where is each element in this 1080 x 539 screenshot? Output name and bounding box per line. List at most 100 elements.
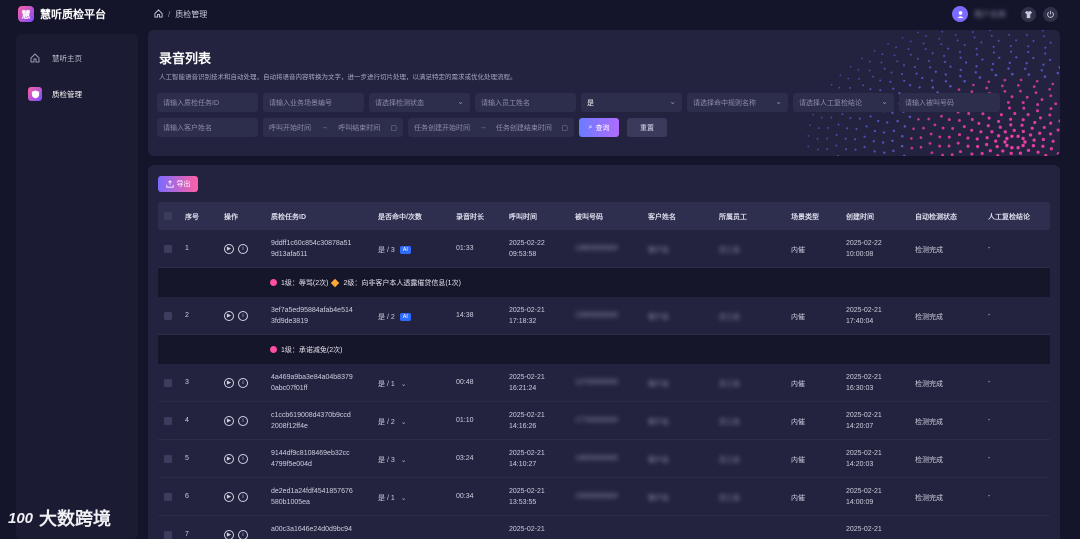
power-icon[interactable] <box>1043 6 1058 22</box>
column-header: 被叫号码 <box>575 214 603 221</box>
calendar-icon: ▢ <box>390 124 397 132</box>
task-id[interactable]: 9ddff1c60c854c30878a51 9d13afa611 <box>271 238 351 260</box>
row-checkbox[interactable] <box>164 379 172 387</box>
query-button[interactable]: ⌕ 查询 <box>579 118 619 137</box>
review-conclusion-select[interactable]: 请选择人工复检结论 ⌄ <box>793 93 894 112</box>
home-icon[interactable] <box>154 8 163 20</box>
info-icon[interactable]: i <box>238 416 248 426</box>
task-id[interactable]: c1ccb619008d4370b9ccd 2008f12ff4e <box>271 410 351 432</box>
row-actions: ▶ i <box>224 530 252 539</box>
info-icon[interactable]: i <box>238 378 248 388</box>
decorative-dot <box>954 33 957 36</box>
table-row[interactable]: 4 ▶ i c1ccb619008d4370b9ccd 2008f12ff4e 是 … <box>158 402 1050 440</box>
staff-name: 员工名 <box>719 495 740 502</box>
select-all-checkbox[interactable] <box>164 212 172 220</box>
task-time-range[interactable]: 任务创建开始时间 → 任务创建结束时间 ▢ <box>408 118 574 137</box>
play-icon[interactable]: ▶ <box>224 244 234 254</box>
shirt-icon[interactable] <box>1021 6 1036 22</box>
app-logo[interactable]: 慧 慧听质检平台 <box>18 6 140 22</box>
table-row[interactable]: 6 ▶ i de2ed1a24fdf4541857676 580b1005ea 是 … <box>158 478 1050 516</box>
decorative-dot <box>989 30 992 32</box>
decorative-dot <box>839 74 842 77</box>
decorative-dot <box>907 48 910 50</box>
scene-code-input[interactable]: 请输入业务场景编号 <box>263 93 364 112</box>
info-icon[interactable]: i <box>238 530 248 539</box>
decorative-dot <box>862 84 865 87</box>
reset-button[interactable]: 重置 <box>627 118 667 137</box>
row-checkbox[interactable] <box>164 455 172 463</box>
decorative-dot <box>984 142 989 147</box>
task-id-input[interactable]: 请输入质检任务ID <box>157 93 258 112</box>
chevron-down-icon[interactable]: ⌄ <box>401 494 407 502</box>
decorative-dot <box>1044 153 1048 156</box>
duration: 03:24 <box>456 455 474 462</box>
call-time-range[interactable]: 呼叫开始时间 → 呼叫结束时间 ▢ <box>263 118 403 137</box>
level-2-diamond-icon <box>331 278 340 287</box>
customer-name-input[interactable]: 请输入客户姓名 <box>157 118 258 137</box>
play-icon[interactable]: ▶ <box>224 492 234 502</box>
decorative-dot <box>890 71 893 74</box>
column-header: 操作 <box>224 214 238 221</box>
table-row[interactable]: 5 ▶ i 9144df9c8108469eb32cc 4799f5e004d 是 … <box>158 440 1050 478</box>
decorative-dot <box>868 60 871 63</box>
row-actions: ▶ i <box>224 378 252 388</box>
info-icon[interactable]: i <box>238 492 248 502</box>
chevron-down-icon[interactable]: ⌄ <box>401 456 407 464</box>
task-id[interactable]: de2ed1a24fdf4541857676 580b1005ea <box>271 486 353 508</box>
row-checkbox[interactable] <box>164 312 172 320</box>
decorative-dot <box>872 75 875 78</box>
sidebar-item-qc-management[interactable]: 质检管理 <box>28 82 128 106</box>
info-icon[interactable]: i <box>238 244 248 254</box>
task-id[interactable]: 4a469a9ba3e84a04b8379 0abc07f01ff <box>271 372 353 394</box>
shield-icon <box>28 87 42 101</box>
decorative-dot <box>1027 45 1030 48</box>
play-icon[interactable]: ▶ <box>224 378 234 388</box>
decorative-dot <box>913 66 916 69</box>
decorative-dot <box>1030 126 1034 130</box>
detect-status: 检测完成 <box>915 314 943 321</box>
play-icon[interactable]: ▶ <box>224 416 234 426</box>
created-time: 2025-02-22 10:00:08 <box>846 240 882 258</box>
hit-select[interactable]: 是 ⌄ <box>581 93 682 112</box>
call-time: 2025-02-21 14:16:26 <box>509 412 545 430</box>
task-id[interactable]: 3ef7a5ed95884afab4e514 3fd9de3819 <box>271 305 353 327</box>
decorative-dot <box>943 60 947 64</box>
calendar-icon: ▢ <box>561 124 568 132</box>
table-row[interactable]: 3 ▶ i 4a469a9ba3e84a04b8379 0abc07f01ff 是 … <box>158 364 1050 402</box>
table-row[interactable]: 7 ▶ i a00c3a1646e24d0d9bc94 2025-02-21 2… <box>158 516 1050 539</box>
row-checkbox[interactable] <box>164 245 172 253</box>
staff-name-input[interactable]: 请输入员工姓名 <box>475 93 576 112</box>
decorative-dot <box>1049 41 1052 44</box>
decorative-dot <box>857 68 860 71</box>
task-start-placeholder: 任务创建开始时间 <box>414 124 470 132</box>
decorative-dot <box>938 144 942 148</box>
export-button[interactable]: 导出 <box>158 176 198 192</box>
rule-name-select[interactable]: 请选择命中规则名称 ⌄ <box>687 93 788 112</box>
watermark: 100 大数跨境 <box>8 505 111 531</box>
chevron-down-icon[interactable]: ⌄ <box>401 418 407 426</box>
row-checkbox[interactable] <box>164 417 172 425</box>
play-icon[interactable]: ▶ <box>224 311 234 321</box>
callee-number-input[interactable]: 请输入被叫号码 <box>899 93 1000 112</box>
play-icon[interactable]: ▶ <box>224 530 234 539</box>
avatar[interactable] <box>952 6 968 22</box>
info-icon[interactable]: i <box>238 311 248 321</box>
decorative-dot <box>975 53 979 56</box>
play-icon[interactable]: ▶ <box>224 454 234 464</box>
sidebar-item-home[interactable]: 慧听主页 <box>28 46 128 70</box>
table-row[interactable]: 1 ▶ i 9ddff1c60c854c30878a51 9d13afa611 是 … <box>158 230 1050 268</box>
chevron-down-icon[interactable]: ⌄ <box>401 380 407 388</box>
decorative-dot <box>838 86 841 89</box>
table-row[interactable]: 2 ▶ i 3ef7a5ed95884afab4e514 3fd9de3819 是 … <box>158 297 1050 335</box>
row-checkbox[interactable] <box>164 531 172 539</box>
info-icon[interactable]: i <box>238 454 248 464</box>
decorative-dot <box>978 76 982 79</box>
row-checkbox[interactable] <box>164 493 172 501</box>
task-id[interactable]: 9144df9c8108469eb32cc 4799f5e004d <box>271 448 350 470</box>
decorative-dot <box>900 144 904 148</box>
hit-count: 是 / 3 ⌄ <box>378 456 407 464</box>
decorative-dot <box>1026 113 1030 117</box>
task-id[interactable]: a00c3a1646e24d0d9bc94 <box>271 524 352 535</box>
decorative-dot <box>873 150 876 153</box>
detect-status-select[interactable]: 请选择检测状态 ⌄ <box>369 93 470 112</box>
